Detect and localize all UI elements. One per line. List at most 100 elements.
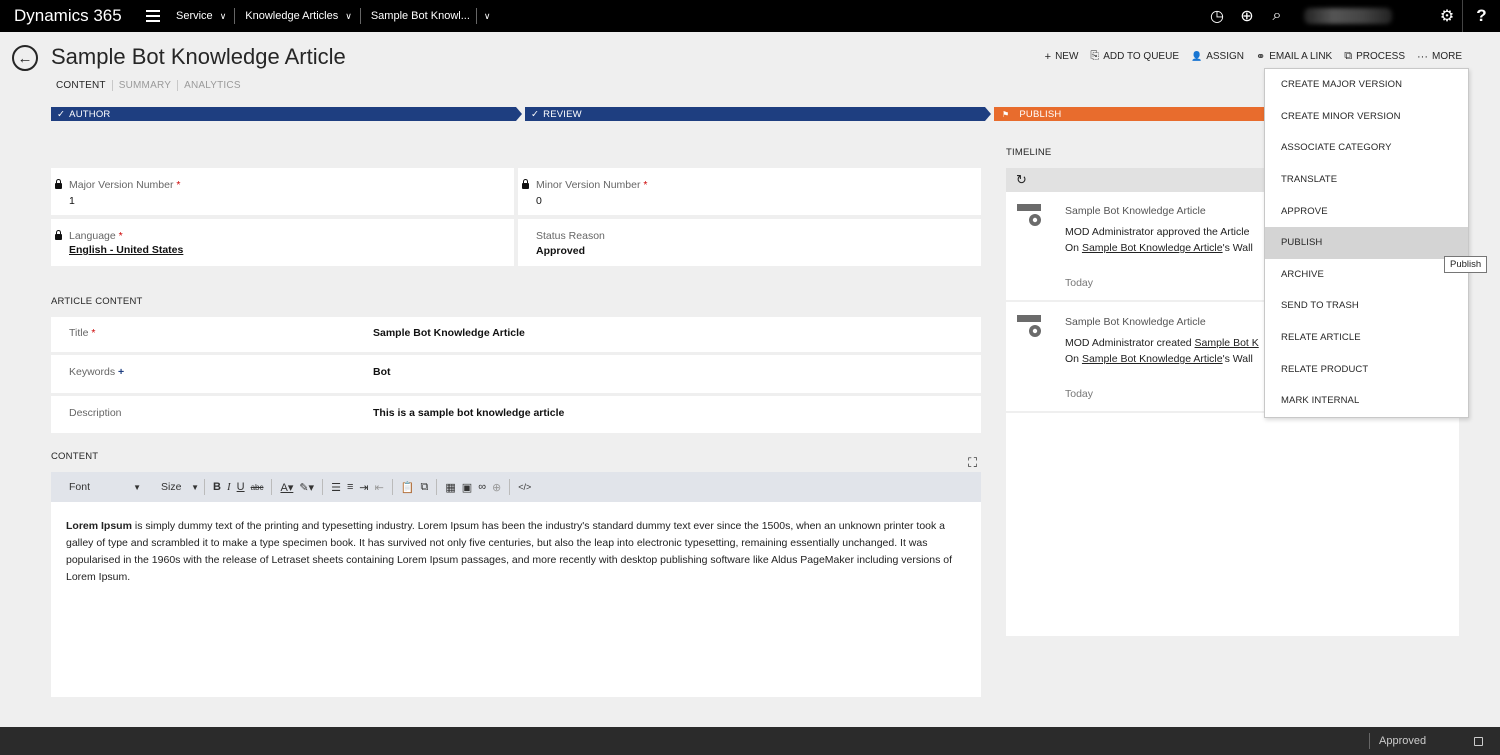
source-code-icon[interactable]: </> — [518, 482, 531, 492]
breadcrumb-record[interactable]: Sample Bot Knowl... ∨ — [371, 8, 491, 24]
language-field: Language * English - United States — [51, 219, 514, 266]
minor-version-value: 0 — [536, 195, 542, 207]
menu-item-relate-article[interactable]: RELATE ARTICLE — [1265, 322, 1468, 354]
title-value[interactable]: Sample Bot Knowledge Article — [373, 327, 525, 339]
font-color-icon[interactable]: A▾ — [280, 481, 293, 494]
post-wall-link[interactable]: Sample Bot Knowledge Article — [1082, 353, 1223, 365]
menu-item-create-minor-version[interactable]: CREATE MINOR VERSION — [1265, 101, 1468, 133]
more-button[interactable]: ··· MORE — [1417, 50, 1462, 63]
major-version-label: Major Version Number — [69, 179, 174, 191]
menu-item-relate-product[interactable]: RELATE PRODUCT — [1265, 353, 1468, 385]
command-label: MORE — [1432, 51, 1462, 62]
bold-icon[interactable]: B — [213, 481, 221, 493]
size-select-label: Size — [161, 481, 182, 493]
new-button[interactable]: + NEW — [1045, 50, 1079, 63]
menu-item-mark-internal[interactable]: MARK INTERNAL — [1265, 385, 1468, 417]
command-label: ASSIGN — [1206, 51, 1245, 62]
expand-icon[interactable]: ⛶ — [968, 455, 977, 471]
bullet-list-icon[interactable]: ≡ — [347, 481, 353, 493]
font-select-label: Font — [69, 481, 91, 493]
save-icon[interactable] — [1474, 737, 1483, 746]
table-icon[interactable]: ▦ — [445, 481, 455, 494]
process-button[interactable]: ⧉ PROCESS — [1344, 50, 1405, 63]
chevron-down-icon[interactable]: ∨ — [484, 11, 491, 22]
post-wall-suffix: 's Wall — [1222, 242, 1253, 254]
gear-icon[interactable]: ⚙ — [1432, 0, 1462, 32]
unlink-icon[interactable]: ⊕ — [492, 481, 501, 494]
user-name-redacted[interactable] — [1304, 8, 1392, 24]
language-link[interactable]: English - United States — [69, 244, 183, 256]
email-a-link-button[interactable]: ⚭ EMAIL A LINK — [1256, 50, 1332, 63]
strikethrough-icon[interactable]: abc — [251, 483, 264, 492]
breadcrumb-divider — [234, 8, 236, 24]
stage-review[interactable]: ✓ REVIEW — [525, 107, 985, 121]
title-field[interactable]: Title * Sample Bot Knowledge Article — [51, 317, 981, 352]
tab-analytics[interactable]: ANALYTICS — [184, 80, 247, 91]
keywords-value[interactable]: Bot — [373, 366, 391, 378]
toolbar-divider — [509, 479, 511, 495]
outdent-icon[interactable]: ⇤ — [375, 481, 384, 494]
refresh-icon[interactable]: ↻ — [1016, 172, 1027, 188]
link-icon[interactable]: ∞ — [478, 481, 486, 493]
status-reason-label: Status Reason — [536, 230, 605, 242]
paste-text-icon[interactable]: ⧉ — [421, 481, 429, 494]
content-editor[interactable]: Lorem Ipsum is simply dummy text of the … — [51, 502, 981, 697]
paste-icon[interactable]: 📋 — [401, 481, 415, 494]
breadcrumb-service[interactable]: Service ∨ — [176, 10, 226, 22]
underline-icon[interactable]: U — [237, 481, 245, 493]
numbered-list-icon[interactable]: ☰ — [331, 481, 341, 494]
history-icon[interactable]: ◷ — [1202, 0, 1232, 32]
chevron-down-icon[interactable]: ∨ — [345, 11, 352, 22]
font-select[interactable]: Font ▼ — [61, 478, 141, 496]
assign-button[interactable]: 👤 ASSIGN — [1191, 50, 1244, 63]
plus-circle-icon[interactable]: ⊕ — [1232, 0, 1262, 32]
breadcrumb-knowledge-articles[interactable]: Knowledge Articles ∨ — [245, 10, 352, 22]
chevron-down-icon[interactable]: ∨ — [220, 11, 227, 22]
menu-item-publish[interactable]: PUBLISH — [1265, 226, 1468, 259]
stage-publish[interactable]: ⚑ PUBLISH — [994, 107, 1300, 121]
command-label: PROCESS — [1356, 51, 1405, 62]
post-record-link[interactable]: Sample Bot K — [1195, 337, 1259, 349]
menu-item-archive[interactable]: ARCHIVE — [1265, 259, 1468, 291]
italic-icon[interactable]: I — [227, 481, 231, 493]
highlight-color-icon[interactable]: ✎▾ — [299, 481, 314, 494]
flag-icon: ⚑ — [1002, 109, 1010, 119]
add-to-queue-button[interactable]: ⎘ ADD TO QUEUE — [1090, 50, 1179, 63]
toolbar-divider — [391, 479, 393, 495]
required-indicator: * — [643, 179, 648, 191]
keywords-field[interactable]: Keywords + Bot — [51, 355, 981, 393]
size-select[interactable]: Size ▼ — [153, 478, 199, 496]
menu-item-create-major-version[interactable]: CREATE MAJOR VERSION — [1265, 69, 1468, 101]
tab-content[interactable]: CONTENT — [56, 80, 113, 91]
major-version-value: 1 — [69, 195, 75, 207]
stage-author[interactable]: ✓ AUTHOR — [51, 107, 516, 121]
back-button[interactable]: ← — [12, 45, 38, 71]
description-field[interactable]: Description This is a sample bot knowled… — [51, 396, 981, 433]
status-reason-value[interactable]: Approved — [536, 245, 585, 257]
command-label: EMAIL A LINK — [1269, 51, 1333, 62]
app-brand[interactable]: Dynamics 365 — [14, 6, 132, 26]
description-label: Description — [69, 407, 122, 419]
tab-summary[interactable]: SUMMARY — [119, 80, 179, 91]
help-icon[interactable]: ? — [1462, 0, 1500, 32]
link-icon: ⚭ — [1256, 51, 1266, 63]
menu-item-approve[interactable]: APPROVE — [1265, 195, 1468, 227]
post-wall-link[interactable]: Sample Bot Knowledge Article — [1082, 242, 1223, 254]
more-commands-menu: CREATE MAJOR VERSION CREATE MINOR VERSIO… — [1264, 68, 1469, 418]
top-navigation-bar: Dynamics 365 Service ∨ Knowledge Articles… — [0, 0, 1500, 32]
hamburger-menu-icon[interactable] — [146, 10, 160, 22]
checkmark-icon: ✓ — [531, 108, 540, 120]
record-status: Approved — [1369, 733, 1426, 749]
post-title: Sample Bot Knowledge Article — [1065, 205, 1206, 217]
menu-item-translate[interactable]: TRANSLATE — [1265, 164, 1468, 196]
system-post-icon — [1017, 315, 1041, 337]
page-title: Sample Bot Knowledge Article — [51, 44, 346, 69]
menu-item-send-to-trash[interactable]: SEND TO TRASH — [1265, 290, 1468, 322]
description-value[interactable]: This is a sample bot knowledge article — [373, 407, 564, 419]
menu-item-associate-category[interactable]: ASSOCIATE CATEGORY — [1265, 132, 1468, 164]
checkmark-icon: ✓ — [57, 108, 66, 120]
search-icon[interactable]: ⌕ — [1262, 0, 1292, 32]
indent-icon[interactable]: ⇥ — [359, 481, 368, 494]
content-body: is simply dummy text of the printing and… — [66, 520, 953, 583]
image-icon[interactable]: ▣ — [462, 481, 472, 494]
